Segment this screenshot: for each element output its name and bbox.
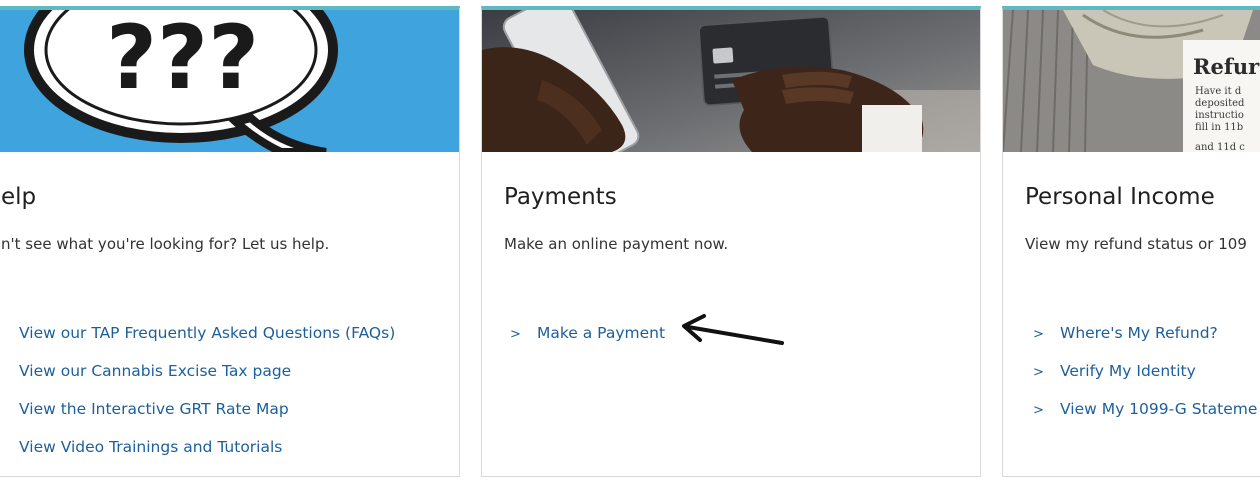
verify-identity-link[interactable]: Verify My Identity bbox=[1060, 362, 1196, 380]
list-item: View our Cannabis Excise Tax page bbox=[19, 355, 395, 393]
payment-photo-image bbox=[482, 10, 980, 152]
help-card-title: elp bbox=[1, 184, 37, 210]
payments-card: Payments Make an online payment now. > Ma… bbox=[481, 6, 981, 477]
refund-document-image: Refur Have it d deposited instructio fil… bbox=[1003, 10, 1260, 152]
view-1099g-statement-link[interactable]: View My 1099-G Stateme bbox=[1060, 400, 1257, 418]
income-links: > Where's My Refund? > Verify My Identity … bbox=[1033, 317, 1257, 431]
payments-links: > Make a Payment bbox=[510, 317, 665, 355]
doc-line: and 11d c bbox=[1195, 142, 1245, 152]
chevron-right-icon: > bbox=[510, 327, 521, 342]
faq-link[interactable]: View our TAP Frequently Asked Questions … bbox=[19, 324, 395, 342]
list-item: > Verify My Identity bbox=[1033, 355, 1257, 393]
payments-card-title: Payments bbox=[504, 184, 617, 210]
doc-line: Have it d bbox=[1195, 86, 1242, 97]
doc-line: fill in 11b bbox=[1195, 122, 1243, 133]
doc-line: deposited bbox=[1195, 98, 1245, 109]
list-item: > Where's My Refund? bbox=[1033, 317, 1257, 355]
question-marks-text: ??? bbox=[106, 10, 259, 109]
list-item: View Video Trainings and Tutorials bbox=[19, 431, 395, 469]
list-item: > Make a Payment bbox=[510, 317, 665, 355]
grt-rate-map-link[interactable]: View the Interactive GRT Rate Map bbox=[19, 400, 289, 418]
refund-heading-text: Refur bbox=[1193, 54, 1260, 79]
personal-income-card-title: Personal Income bbox=[1025, 184, 1215, 210]
chevron-right-icon: > bbox=[1033, 327, 1044, 342]
question-bubble-image: ??? bbox=[0, 10, 459, 152]
help-card: ??? elp n't see what you're looking for?… bbox=[0, 6, 460, 477]
list-item: > View My 1099-G Stateme bbox=[1033, 393, 1257, 431]
help-card-description: n't see what you're looking for? Let us … bbox=[1, 235, 330, 253]
personal-income-card-description: View my refund status or 109 bbox=[1025, 235, 1247, 253]
wheres-my-refund-link[interactable]: Where's My Refund? bbox=[1060, 324, 1218, 342]
make-payment-link[interactable]: Make a Payment bbox=[537, 324, 665, 342]
personal-income-card: Refur Have it d deposited instructio fil… bbox=[1002, 6, 1260, 477]
chevron-right-icon: > bbox=[1033, 365, 1044, 380]
annotation-arrow-icon bbox=[682, 314, 784, 345]
doc-line: instructio bbox=[1195, 110, 1244, 121]
video-trainings-link[interactable]: View Video Trainings and Tutorials bbox=[19, 438, 282, 456]
payments-card-description: Make an online payment now. bbox=[504, 235, 729, 253]
chevron-right-icon: > bbox=[1033, 403, 1044, 418]
list-item: View our TAP Frequently Asked Questions … bbox=[19, 317, 395, 355]
cannabis-tax-link[interactable]: View our Cannabis Excise Tax page bbox=[19, 362, 291, 380]
help-links: View our TAP Frequently Asked Questions … bbox=[19, 317, 395, 469]
list-item: View the Interactive GRT Rate Map bbox=[19, 393, 395, 431]
